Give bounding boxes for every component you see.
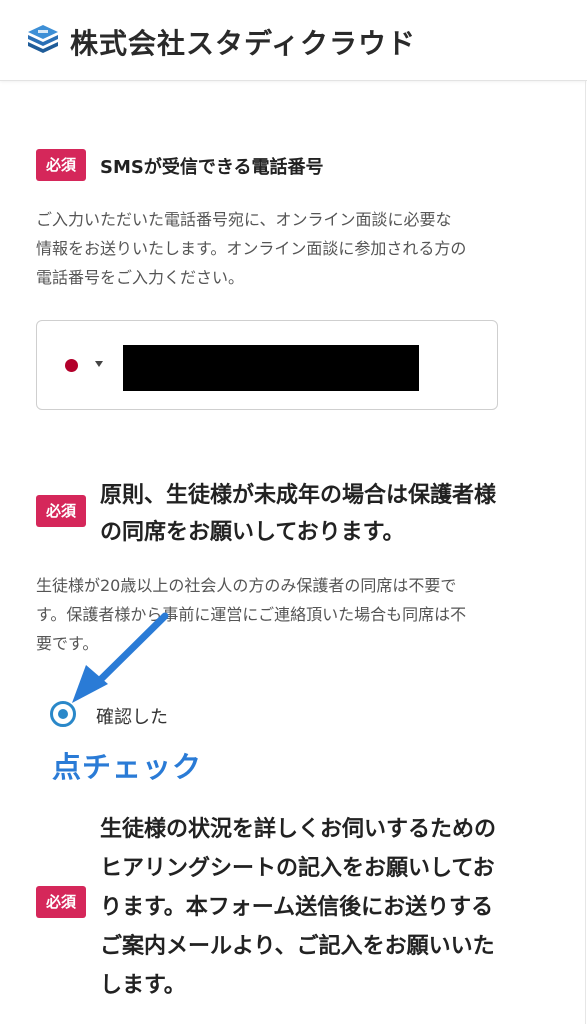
required-badge: 必須 <box>36 886 86 918</box>
annotation-text: 点チェック <box>52 750 203 784</box>
hearing-sheet-title: 生徒様の状況を詳しくお伺いするための ヒアリングシートの記入をお願いしてお りま… <box>100 817 497 998</box>
